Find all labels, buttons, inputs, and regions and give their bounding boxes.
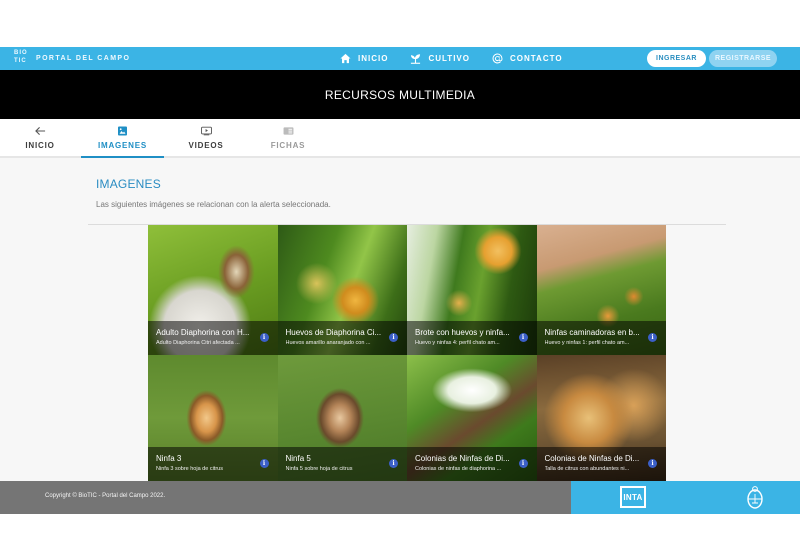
gallery-card[interactable]: Brote con huevos y ninfa... Huevo y ninf… [407, 225, 537, 355]
image-title: Adulto Diaphorina con H... [156, 328, 250, 337]
info-icon[interactable]: i [648, 333, 657, 342]
nav-item-contacto[interactable]: CONTACTO [492, 53, 563, 64]
home-icon [340, 53, 351, 64]
gallery-card[interactable]: Colonias de Ninfas de Di... Colonias de … [407, 355, 537, 481]
main-nav: INICIO CULTIVO CONTACTO [340, 47, 563, 70]
caption-overlay: Ninfa 3 Ninfa 3 sobre hoja de citrus [148, 447, 278, 481]
gallery-card[interactable]: Ninfa 5 Ninfa 5 sobre hoja de citrus i [277, 355, 407, 481]
tab-label: IMAGENES [97, 140, 148, 150]
caption-overlay: Adulto Diaphorina con H... Adulto Diapho… [148, 321, 278, 355]
plant-icon [411, 54, 421, 64]
caption-overlay: Colonias de Ninfas de Di... Colonias de … [407, 447, 537, 481]
image-title: Ninfa 5 [285, 454, 311, 463]
image-caption: Huevo y ninfas 4: perfil chato am... [415, 340, 500, 346]
section-title: IMAGENES [96, 177, 161, 191]
tab-fichas[interactable]: FICHAS [262, 119, 314, 156]
image-caption: Talla de citrus con abundantes ni... [544, 466, 630, 472]
nav-item-inicio[interactable]: INICIO [340, 53, 388, 64]
caption-overlay: Colonias de Ninfas de Di... Talla de cit… [536, 447, 666, 481]
resource-tabs: INICIO IMAGENES VIDEOS FICHAS [0, 119, 800, 158]
image-caption: Ninfa 5 sobre hoja de citrus [285, 466, 353, 472]
info-icon[interactable]: i [648, 459, 657, 468]
document-icon [283, 126, 293, 135]
info-icon[interactable]: i [259, 333, 269, 342]
gallery-card[interactable]: Adulto Diaphorina con H... Adulto Diapho… [148, 225, 278, 355]
image-caption: Colonias de ninfas de diaphorina ... [415, 466, 502, 472]
nav-item-label: INICIO [358, 54, 389, 63]
login-button[interactable]: INGRESAR [647, 50, 706, 67]
biotic-logo-mark: BIO TIC [14, 50, 28, 64]
image-title: Brote con huevos y ninfa... [415, 328, 510, 337]
info-icon[interactable]: i [389, 459, 398, 468]
nav-item-label: CULTIVO [428, 54, 470, 63]
image-title: Huevos de Diaphorina Ci... [285, 328, 382, 337]
info-icon[interactable]: i [259, 459, 269, 468]
image-gallery: Adulto Diaphorina con H... Adulto Diapho… [148, 225, 666, 481]
tab-videos[interactable]: VIDEOS [180, 119, 232, 156]
image-title: Colonias de Ninfas de Di... [544, 454, 640, 463]
video-icon [200, 126, 212, 135]
main-content: IMAGENES Las siguientes imágenes se rela… [0, 158, 800, 481]
caption-overlay: Brote con huevos y ninfa... Huevo y ninf… [407, 321, 537, 355]
register-button[interactable]: REGISTRARSE [709, 50, 777, 67]
nav-item-label: CONTACTO [509, 54, 563, 63]
nav-item-cultivo[interactable]: CULTIVO [410, 53, 470, 64]
arrow-left-icon [34, 126, 45, 135]
section-subtitle: Las siguientes imágenes se relacionan co… [96, 200, 331, 209]
gallery-card[interactable]: Colonias de Ninfas de Di... Talla de cit… [536, 355, 666, 481]
caption-overlay: Ninfa 5 Ninfa 5 sobre hoja de citrus [277, 447, 407, 481]
top-navbar: BIO TIC PORTAL DEL CAMPO INICIO CULTIVO … [0, 47, 800, 70]
image-caption: Adulto Diaphorina Citri afectada ... [156, 340, 240, 346]
image-caption: Ninfa 3 sobre hoja de citrus [156, 466, 223, 472]
info-icon[interactable]: i [389, 333, 398, 342]
page-title: RECURSOS MULTIMEDIA [324, 87, 476, 102]
tab-inicio[interactable]: INICIO [14, 119, 66, 156]
caption-overlay: Huevos de Diaphorina Ci... Huevos amaril… [277, 321, 407, 355]
gallery-card[interactable]: Ninfas caminadoras en b... Huevo y ninfa… [536, 225, 666, 355]
info-icon[interactable]: i [518, 459, 528, 468]
page-title-band: RECURSOS MULTIMEDIA [0, 70, 800, 119]
tab-label: INICIO [25, 140, 55, 150]
inta-logo[interactable]: INTA [620, 486, 646, 508]
image-title: Colonias de Ninfas de Di... [415, 454, 510, 463]
brand-name: PORTAL DEL CAMPO [36, 54, 131, 62]
image-caption: Huevo y ninfas 1: perfil chato am... [544, 340, 630, 346]
argentina-coat-of-arms-icon[interactable] [744, 485, 766, 510]
info-icon[interactable]: i [518, 333, 528, 342]
footer: Copyright © BioTIC - Portal del Campo 20… [0, 481, 800, 514]
gallery-card[interactable]: Ninfa 3 Ninfa 3 sobre hoja de citrus i [148, 355, 278, 481]
tab-label: FICHAS [270, 140, 306, 150]
at-icon [492, 53, 503, 64]
page: BIO TIC PORTAL DEL CAMPO INICIO CULTIVO … [0, 0, 800, 560]
image-caption: Huevos amarillo anaranjado con ... [285, 340, 371, 346]
tab-label: VIDEOS [188, 140, 224, 150]
brand-logo[interactable]: BIO TIC PORTAL DEL CAMPO [14, 49, 130, 67]
copyright-text: Copyright © BioTIC - Portal del Campo 20… [45, 493, 166, 499]
caption-overlay: Ninfas caminadoras en b... Huevo y ninfa… [536, 321, 666, 355]
gallery-card[interactable]: Huevos de Diaphorina Ci... Huevos amaril… [277, 225, 407, 355]
image-title: Ninfa 3 [156, 454, 182, 463]
image-icon [118, 126, 127, 135]
image-title: Ninfas caminadoras en b... [544, 328, 640, 337]
tab-imagenes[interactable]: IMAGENES [81, 119, 164, 158]
